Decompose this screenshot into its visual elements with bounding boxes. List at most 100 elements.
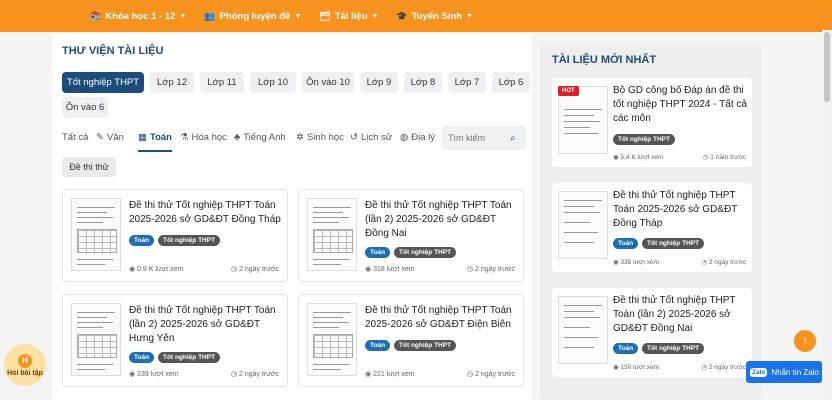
- level-chip-lop-7[interactable]: Lớp 7: [448, 72, 486, 93]
- document-meta: ◉ 335 lượt xem ◷ 2 ngày trước: [613, 258, 746, 266]
- document-thumbnail: [307, 303, 357, 376]
- search-box: ⌕: [442, 126, 526, 150]
- nav-khoa-hoc[interactable]: 📚 Khóa học 1 - 12 ▼: [90, 11, 186, 22]
- tab-dia-ly[interactable]: ◍ Địa lý: [400, 124, 435, 150]
- tag-subject[interactable]: Toán: [613, 238, 639, 249]
- tag-subject[interactable]: Toán: [365, 340, 391, 351]
- level-chip-lop-10[interactable]: Lớp 10: [250, 72, 296, 93]
- tag-subject[interactable]: Toán: [613, 343, 639, 354]
- document-card[interactable]: Đề thi thử Tốt nghiệp THPT Toán 2025-202…: [298, 294, 524, 387]
- tag-subject[interactable]: Toán: [129, 352, 155, 363]
- chevron-down-icon: ▼: [179, 12, 187, 20]
- level-chip-on-vao-10[interactable]: Ôn vào 10: [302, 72, 354, 93]
- document-title[interactable]: Bộ GD công bố Đáp án đề thi tốt nghiệp T…: [613, 84, 747, 126]
- document-title[interactable]: Đề thi thử Tốt nghiệp THPT Toán 2025-202…: [129, 199, 281, 227]
- level-chip-lop-12[interactable]: Lớp 12: [150, 72, 194, 93]
- tab-lich-su-label: Lịch sử: [360, 131, 393, 143]
- subfilter-de-thi-thu[interactable]: Đề thi thử: [62, 157, 116, 177]
- tag-subject[interactable]: Toán: [129, 235, 155, 246]
- document-thumbnail: [307, 198, 357, 271]
- document-card[interactable]: Đề thi thử Tốt nghiệp THPT Toán (lần 2) …: [62, 294, 288, 387]
- arrow-up-icon: ↑: [802, 335, 808, 347]
- clock-icon: ◷: [466, 371, 475, 378]
- document-title[interactable]: Đề thi thử Tốt nghiệp THPT Toán (lần 2) …: [613, 294, 747, 336]
- tag-level[interactable]: Tốt nghiệp THPT: [394, 247, 457, 258]
- nav-phong-luyen-de[interactable]: 👥 Phòng luyện đề ▼: [204, 11, 301, 22]
- search-input[interactable]: [448, 133, 510, 143]
- tag-level[interactable]: Tốt nghiệp THPT: [642, 343, 705, 354]
- tab-tieng-anh[interactable]: ♣ Tiếng Anh: [234, 124, 286, 150]
- latest-document-card[interactable]: Đề thi thử Tốt nghiệp THPT Toán (lần 2) …: [552, 288, 752, 377]
- level-chip-on-vao-6[interactable]: Ôn vào 6: [62, 97, 108, 118]
- tag-level[interactable]: Tốt nghiệp THPT: [158, 352, 221, 363]
- tab-toan[interactable]: ▦ Toán: [138, 124, 172, 152]
- document-meta: ◉ 239 lượt xem ◷ 2 ngày trước: [129, 370, 279, 378]
- view-count: ◉ 239 lượt xem: [129, 371, 179, 378]
- tab-lich-su[interactable]: ↺ Lịch sử: [350, 124, 392, 150]
- document-tags: Toán Tốt nghiệp THPT: [613, 238, 705, 249]
- tab-toan-label: Toán: [149, 131, 172, 143]
- tag-level[interactable]: Tốt nghiệp THPT: [394, 340, 457, 351]
- level-chip-tot-nghiep[interactable]: Tốt nghiệp THPT: [62, 72, 144, 93]
- nav-khoa-hoc-label: Khóa học 1 - 12: [105, 10, 176, 22]
- eye-icon: ◉: [365, 371, 374, 378]
- document-thumbnail: [71, 303, 121, 376]
- tag-level[interactable]: Tốt nghiệp THPT: [642, 238, 705, 249]
- document-meta: ◉ 318 lượt xem ◷ 2 ngày trước: [365, 265, 515, 273]
- folder-icon: 🗂: [319, 10, 331, 21]
- document-card[interactable]: Đề thi thử Tốt nghiệp THPT Toán 2025-202…: [62, 189, 288, 282]
- document-tags: Toán Tốt nghiệp THPT: [365, 247, 457, 258]
- tab-van[interactable]: ✎ Văn: [96, 124, 124, 150]
- search-icon[interactable]: ⌕: [510, 133, 516, 144]
- chevron-down-icon: ▼: [294, 12, 302, 20]
- view-count: ◉ 0.9 K lượt xem: [129, 266, 184, 273]
- tab-dia-ly-label: Địa lý: [411, 131, 436, 143]
- scrollbar-thumb[interactable]: [824, 32, 830, 102]
- history-icon: ↺: [350, 131, 358, 143]
- document-title[interactable]: Đề thi thử Tốt nghiệp THPT Toán 2025-202…: [613, 189, 747, 231]
- nav-tuyen-sinh[interactable]: 🎓 Tuyển Sinh ▼: [396, 11, 473, 22]
- hot-badge: HOT: [558, 86, 579, 96]
- leaf-icon: ✲: [296, 131, 304, 143]
- level-chip-lop-11[interactable]: Lớp 11: [200, 72, 244, 93]
- zalo-chat-label: Nhắn tin Zalo: [771, 367, 819, 377]
- scroll-top-button[interactable]: ↑: [794, 330, 816, 352]
- post-time: ◷ 2 ngày trước: [701, 259, 746, 266]
- tab-van-label: Văn: [106, 131, 124, 143]
- clock-icon: ◷: [230, 266, 239, 273]
- tag-level[interactable]: Tốt nghiệp THPT: [613, 134, 675, 145]
- latest-document-card[interactable]: Đề thi thử Tốt nghiệp THPT Toán 2025-202…: [552, 183, 752, 272]
- tab-tat-ca[interactable]: Tất cả: [62, 124, 88, 150]
- post-time: ◷ 2 ngày trước: [466, 371, 515, 378]
- view-count: ◉ 318 lượt xem: [365, 266, 415, 273]
- document-title[interactable]: Đề thi thử Tốt nghiệp THPT Toán 2025-202…: [365, 304, 517, 332]
- view-count: ◉ 150 lượt xem: [613, 364, 660, 371]
- nav-tai-lieu[interactable]: 🗂 Tài liệu ▼: [319, 11, 378, 22]
- level-chip-lop-9[interactable]: Lớp 9: [360, 72, 398, 93]
- page-scrollbar[interactable]: [822, 30, 832, 400]
- eye-icon: ◉: [129, 371, 138, 378]
- latest-documents-sidebar: TÀI LIỆU MỚI NHẤT HOT Bộ GD công bố Đáp …: [540, 42, 762, 400]
- document-tags: Toán Tốt nghiệp THPT: [365, 340, 457, 351]
- help-icon: H: [18, 353, 32, 368]
- document-title[interactable]: Đề thi thử Tốt nghiệp THPT Toán (lần 2) …: [365, 199, 517, 241]
- clock-icon: ◷: [466, 266, 475, 273]
- tab-hoa-hoc[interactable]: ⚗ Hóa học: [180, 124, 227, 150]
- book-icon: 📚: [90, 10, 102, 21]
- tab-sinh-hoc[interactable]: ✲ Sinh học: [296, 124, 344, 150]
- document-title[interactable]: Đề thi thử Tốt nghiệp THPT Toán (lần 2) …: [129, 304, 281, 346]
- level-chip-lop-8[interactable]: Lớp 8: [404, 72, 442, 93]
- latest-document-card[interactable]: HOT Bộ GD công bố Đáp án đề thi tốt nghi…: [552, 78, 752, 167]
- language-icon: ♣: [234, 131, 241, 143]
- tag-subject[interactable]: Toán: [365, 247, 391, 258]
- level-chip-lop-6[interactable]: Lớp 6: [492, 72, 530, 93]
- zalo-chat-button[interactable]: Zalo Nhắn tin Zalo: [746, 361, 822, 383]
- view-count: ◉ 221 lượt xem: [365, 371, 415, 378]
- document-card[interactable]: Đề thi thử Tốt nghiệp THPT Toán (lần 2) …: [298, 189, 524, 282]
- eye-icon: ◉: [365, 266, 374, 273]
- hoi-bai-tap-button[interactable]: H Hỏi bài tập: [4, 344, 46, 386]
- clock-icon: ◷: [230, 371, 239, 378]
- page-title: THƯ VIỆN TÀI LIỆU: [62, 45, 164, 57]
- tag-level[interactable]: Tốt nghiệp THPT: [158, 235, 221, 246]
- sidebar-title: TÀI LIỆU MỚI NHẤT: [552, 54, 657, 66]
